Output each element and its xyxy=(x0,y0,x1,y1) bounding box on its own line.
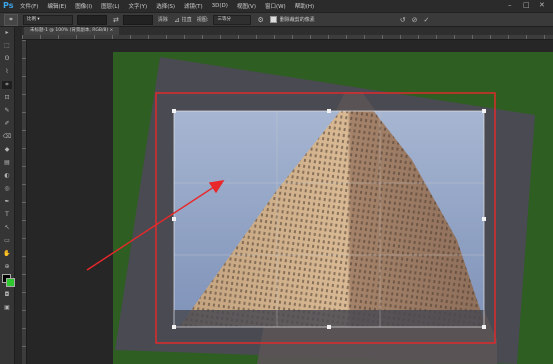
dodge-tool-icon[interactable]: ◐ xyxy=(2,172,12,180)
view-label: 视图: xyxy=(196,17,209,23)
background-color-swatch[interactable] xyxy=(6,278,15,287)
brush-tool-icon[interactable]: ✐ xyxy=(2,120,12,128)
menu-bar: Ps 文件(F) 编辑(E) 图像(I) 图层(L) 文字(Y) 选择(S) 滤… xyxy=(0,0,553,12)
close-icon[interactable]: ✕ xyxy=(539,1,545,9)
document-tab[interactable]: 未标题-1 @ 100% (背景副本, RGB/8) × xyxy=(24,27,120,35)
maximize-icon[interactable]: □ xyxy=(523,1,530,9)
crop-tool-preset-icon[interactable]: ⌗ xyxy=(4,13,18,26)
crop-handle-right xyxy=(482,217,486,221)
crop-handle-top-right xyxy=(482,109,486,113)
healing-brush-tool-icon[interactable]: ✎ xyxy=(2,107,12,115)
pen-tool-icon[interactable]: ✒ xyxy=(2,198,12,206)
swap-dimensions-icon[interactable]: ⇄ xyxy=(113,16,119,24)
document-canvas-area[interactable] xyxy=(27,40,553,364)
tools-panel: ▸ ⬚ ʘ ⌇ ⌗ ⊡ ✎ ✐ ⌫ ◆ ▤ ◐ ◎ ✒ T ↖ ▭ ✋ ⊕ ◘ … xyxy=(0,27,15,364)
clear-button[interactable]: 清除 xyxy=(158,16,168,23)
path-select-tool-icon[interactable]: ↖ xyxy=(2,224,12,232)
crop-handle-bottom-left xyxy=(172,325,176,329)
delete-pixels-checkbox[interactable] xyxy=(269,16,277,23)
ratio-select[interactable]: 比例 ▾ xyxy=(23,14,73,25)
gradient-tool-icon[interactable]: ▤ xyxy=(2,159,12,167)
commit-icon[interactable]: ✓ xyxy=(424,16,430,24)
crop-handle-bottom xyxy=(327,325,331,329)
straighten-icon[interactable]: ⊿ xyxy=(174,16,180,24)
menu-view[interactable]: 视图(V) xyxy=(237,2,256,10)
crop-handle-top-left xyxy=(172,109,176,113)
shape-tool-icon[interactable]: ▭ xyxy=(2,237,12,245)
options-bar: ⌗ 比例 ▾ ⇄ 清除 ⊿ 拉直 视图: 三等分 ⚙ 删除裁剪的像素 ↺ ⊘ ✓ xyxy=(0,12,553,27)
zoom-tool-icon[interactable]: ⊕ xyxy=(2,263,12,271)
height-input[interactable] xyxy=(122,14,153,25)
reset-icon[interactable]: ↺ xyxy=(400,16,406,24)
crop-handle-left xyxy=(172,217,176,221)
menu-type[interactable]: 文字(Y) xyxy=(129,2,148,10)
minimize-icon[interactable]: – xyxy=(508,1,512,9)
photoshop-logo: Ps xyxy=(3,1,14,10)
crop-tool-icon[interactable]: ⌗ xyxy=(2,81,12,89)
overlay-view-select[interactable]: 三等分 xyxy=(213,14,252,25)
cancel-icon[interactable]: ⊘ xyxy=(412,16,418,24)
eraser-tool-icon[interactable]: ⌫ xyxy=(2,133,12,141)
gear-icon[interactable]: ⚙ xyxy=(257,16,263,24)
delete-pixels-label: 删除裁剪的像素 xyxy=(279,17,315,23)
crop-handle-top xyxy=(327,109,331,113)
canvas-svg[interactable] xyxy=(27,40,553,364)
move-tool-icon[interactable]: ▸ xyxy=(2,29,12,37)
marquee-tool-icon[interactable]: ⬚ xyxy=(2,42,12,50)
menu-select[interactable]: 选择(S) xyxy=(156,2,175,10)
menu-window[interactable]: 窗口(W) xyxy=(265,2,286,10)
menu-layer[interactable]: 图层(L) xyxy=(101,2,119,10)
crop-image-area xyxy=(174,111,484,327)
lasso-tool-icon[interactable]: ʘ xyxy=(2,55,12,63)
menu-filter[interactable]: 滤镜(T) xyxy=(184,2,203,10)
width-input[interactable] xyxy=(77,14,107,25)
menu-edit[interactable]: 编辑(E) xyxy=(47,2,66,10)
menu-image[interactable]: 图像(I) xyxy=(75,2,92,10)
eyedropper-tool-icon[interactable]: ⊡ xyxy=(2,94,12,102)
crop-handle-bottom-right xyxy=(482,325,486,329)
menu-file[interactable]: 文件(F) xyxy=(20,2,38,10)
quick-select-tool-icon[interactable]: ⌇ xyxy=(2,68,12,76)
screen-mode-icon[interactable]: ▣ xyxy=(2,304,12,312)
menu-3d[interactable]: 3D(D) xyxy=(212,3,228,9)
document-tab-bar: 未标题-1 @ 100% (背景副本, RGB/8) × xyxy=(22,27,553,35)
quick-mask-icon[interactable]: ◘ xyxy=(2,291,12,299)
stamp-tool-icon[interactable]: ◆ xyxy=(2,146,12,154)
type-tool-icon[interactable]: T xyxy=(2,211,12,219)
straighten-button[interactable]: 拉直 xyxy=(182,16,192,23)
menu-help[interactable]: 帮助(H) xyxy=(295,2,314,10)
blur-tool-icon[interactable]: ◎ xyxy=(2,185,12,193)
hand-tool-icon[interactable]: ✋ xyxy=(2,250,12,258)
